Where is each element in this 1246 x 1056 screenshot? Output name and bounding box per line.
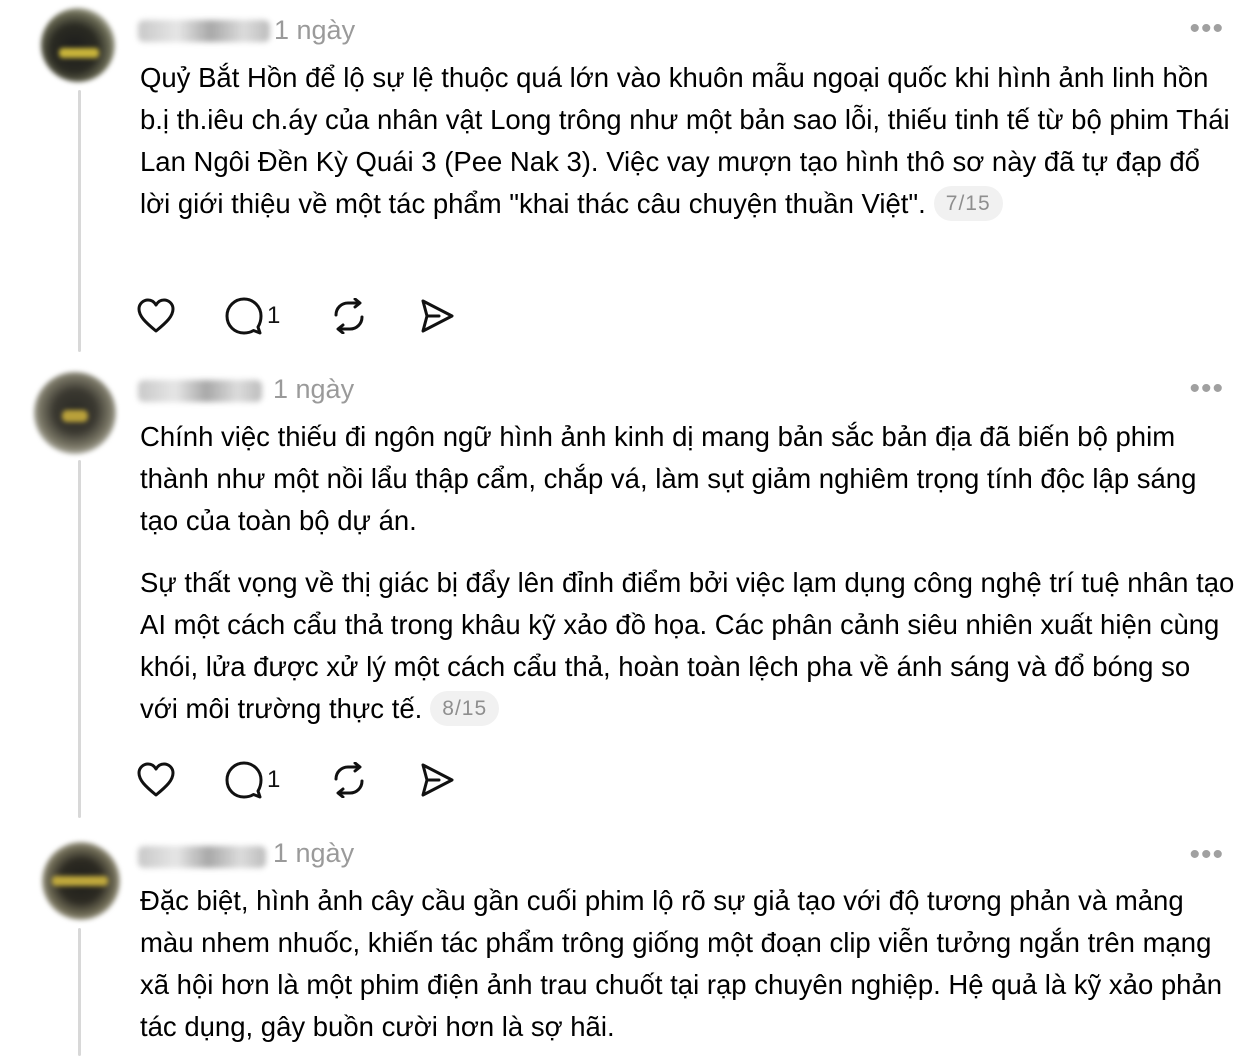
send-icon xyxy=(421,763,454,797)
post-paragraph: Sự thất vọng về thị giác bị đẩy lên đỉnh… xyxy=(140,567,1235,724)
thread-counter: 7/15 xyxy=(933,186,1003,221)
thread-line xyxy=(78,928,81,1056)
repost-button[interactable] xyxy=(331,760,367,800)
thread-post: 1 ngày ••• Quỷ Bắt Hồn để lộ sự lệ thuộc… xyxy=(0,0,1246,360)
repost-icon xyxy=(334,762,364,798)
comment-icon xyxy=(225,761,263,799)
comment-icon xyxy=(225,297,263,335)
thread-counter: 8/15 xyxy=(430,691,500,726)
avatar[interactable] xyxy=(34,372,116,454)
like-button[interactable] xyxy=(137,760,175,800)
post-text: Quỷ Bắt Hồn để lộ sự lệ thuộc quá lớn và… xyxy=(140,57,1235,225)
like-button[interactable] xyxy=(137,296,175,336)
reply-button[interactable]: 1 xyxy=(225,760,280,800)
thread-post: 1 ngày ••• Chính việc thiếu đi ngôn ngữ … xyxy=(0,360,1246,830)
send-icon xyxy=(421,299,454,333)
avatar[interactable] xyxy=(41,8,115,82)
post-text: Sự thất vọng về thị giác bị đẩy lên đỉnh… xyxy=(140,562,1235,730)
thread-line xyxy=(78,460,81,818)
share-button[interactable] xyxy=(419,296,455,336)
more-icon[interactable]: ••• xyxy=(1189,840,1224,870)
post-actions: 1 xyxy=(137,760,467,800)
username[interactable] xyxy=(138,20,270,42)
username[interactable] xyxy=(138,846,266,868)
post-paragraph: Quỷ Bắt Hồn để lộ sự lệ thuộc quá lớn và… xyxy=(140,62,1230,219)
post-actions: 1 xyxy=(137,296,467,336)
heart-icon xyxy=(137,298,175,333)
post-paragraph: Chính việc thiếu đi ngôn ngữ hình ảnh ki… xyxy=(140,421,1197,536)
post-time: 1 ngày xyxy=(273,374,355,404)
more-icon[interactable]: ••• xyxy=(1189,14,1224,44)
username[interactable] xyxy=(138,380,262,402)
avatar[interactable] xyxy=(42,842,120,920)
post-time: 1 ngày xyxy=(273,838,355,868)
more-icon[interactable]: ••• xyxy=(1189,374,1224,404)
thread-post: 1 ngày ••• Đặc biệt, hình ảnh cây cầu gầ… xyxy=(0,830,1246,1056)
heart-icon xyxy=(137,762,175,797)
reply-count: 1 xyxy=(267,766,281,793)
reply-button[interactable]: 1 xyxy=(225,296,280,336)
share-button[interactable] xyxy=(419,760,455,800)
repost-button[interactable] xyxy=(331,296,367,336)
repost-icon xyxy=(334,298,364,334)
post-paragraph: Đặc biệt, hình ảnh cây cầu gần cuối phim… xyxy=(140,885,1223,1042)
reply-count: 1 xyxy=(267,302,281,329)
post-time: 1 ngày xyxy=(274,15,356,45)
thread-line xyxy=(78,90,81,352)
